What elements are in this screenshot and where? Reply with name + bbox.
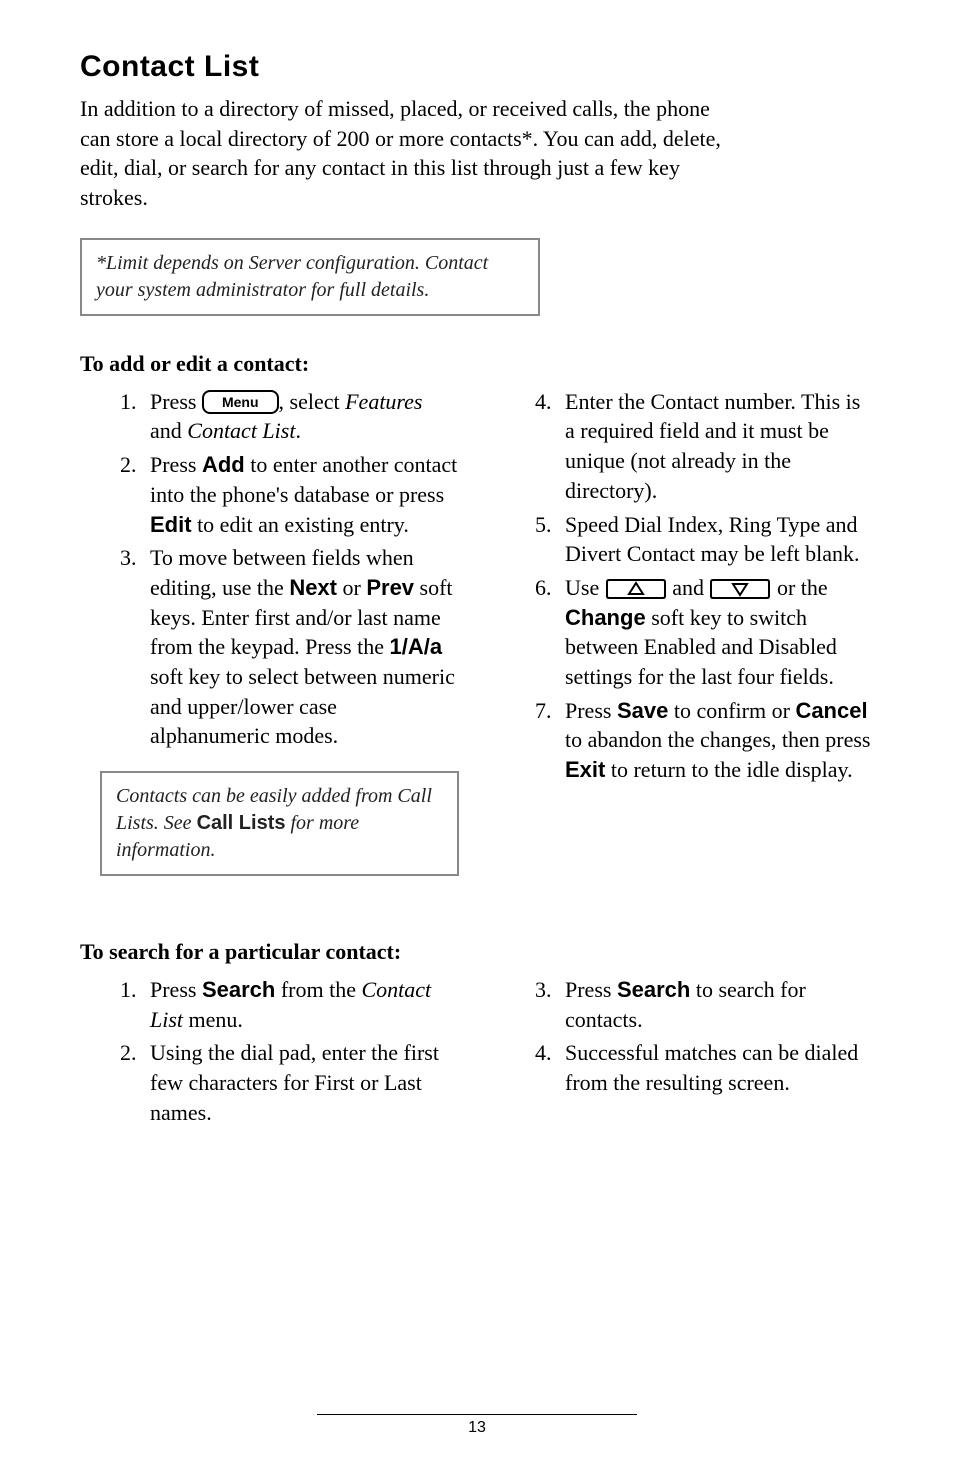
exit-softkey: Exit: [565, 757, 605, 782]
footer-rule: [317, 1414, 637, 1415]
search-step-1: 1. Press Search from the Contact List me…: [120, 975, 459, 1034]
columns-add-edit: 1. Press Menu, select Features and Conta…: [80, 387, 874, 911]
text: .: [295, 418, 301, 443]
add-softkey: Add: [202, 452, 245, 477]
text: to confirm or: [668, 698, 795, 723]
text: and: [667, 575, 710, 600]
page-number: 13: [468, 1419, 486, 1437]
intro-paragraph: In addition to a directory of missed, pl…: [80, 94, 740, 213]
subhead-add-edit: To add or edit a contact:: [80, 351, 874, 377]
text: Press: [565, 698, 617, 723]
step-num: 2.: [120, 1038, 137, 1068]
step-num: 6.: [535, 573, 552, 603]
text: Using the dial pad, enter the first few …: [150, 1040, 439, 1124]
search-step-3: 3. Press Search to search for contacts.: [535, 975, 874, 1034]
text: Press: [150, 452, 202, 477]
note-text: *Limit depends on Server configuration. …: [96, 252, 488, 301]
down-arrow-icon: [709, 576, 771, 600]
step-num: 3.: [535, 975, 552, 1005]
text: Successful matches can be dialed from th…: [565, 1040, 858, 1095]
step-num: 1.: [120, 387, 137, 417]
subhead-search: To search for a particular contact:: [80, 939, 874, 965]
text: or the: [771, 575, 827, 600]
edit-softkey: Edit: [150, 512, 192, 537]
text: to edit an existing entry.: [192, 512, 409, 537]
features-label: Features: [345, 389, 422, 414]
step-6: 6. Use and or the Change soft key to swi…: [535, 573, 874, 692]
text: and: [150, 418, 187, 443]
left-column: 1. Press Search from the Contact List me…: [80, 975, 459, 1131]
up-arrow-icon: [605, 576, 667, 600]
step-num: 1.: [120, 975, 137, 1005]
step-5: 5. Speed Dial Index, Ring Type and Diver…: [535, 510, 874, 569]
step-4: 4. Enter the Contact number. This is a r…: [535, 387, 874, 506]
change-softkey: Change: [565, 605, 646, 630]
text: Press: [150, 389, 202, 414]
search-step-4: 4. Successful matches can be dialed from…: [535, 1038, 874, 1097]
contact-list-label: Contact List: [187, 418, 295, 443]
text: menu.: [183, 1007, 243, 1032]
step-num: 7.: [535, 696, 552, 726]
text: Use: [565, 575, 605, 600]
text: to abandon the changes, then press: [565, 727, 870, 752]
step-num: 2.: [120, 450, 137, 480]
note-box-limit: *Limit depends on Server configuration. …: [80, 238, 540, 316]
step-7: 7. Press Save to confirm or Cancel to ab…: [535, 696, 874, 785]
left-column: 1. Press Menu, select Features and Conta…: [80, 387, 459, 911]
text: Speed Dial Index, Ring Type and Divert C…: [565, 512, 859, 567]
text: Enter the Contact number. This is a requ…: [565, 389, 860, 503]
right-column: 3. Press Search to search for contacts. …: [495, 975, 874, 1131]
step-num: 5.: [535, 510, 552, 540]
step-num: 4.: [535, 387, 552, 417]
menu-button-icon: Menu: [202, 390, 279, 414]
search-softkey: Search: [617, 977, 690, 1002]
search-softkey: Search: [202, 977, 275, 1002]
call-lists-ref: Call Lists: [197, 812, 286, 834]
save-softkey: Save: [617, 698, 668, 723]
columns-search: 1. Press Search from the Contact List me…: [80, 975, 874, 1131]
prev-softkey: Prev: [366, 575, 414, 600]
text: Press: [150, 977, 202, 1002]
step-1: 1. Press Menu, select Features and Conta…: [120, 387, 459, 446]
text: or: [337, 575, 366, 600]
step-num: 4.: [535, 1038, 552, 1068]
next-softkey: Next: [289, 575, 337, 600]
text: from the: [275, 977, 361, 1002]
cancel-softkey: Cancel: [795, 698, 867, 723]
text: , select: [279, 389, 346, 414]
one-a-a-softkey: 1/A/a: [390, 634, 443, 659]
text: to return to the idle display.: [605, 757, 852, 782]
section-title: Contact List: [80, 50, 874, 84]
right-column: 4. Enter the Contact number. This is a r…: [495, 387, 874, 911]
step-num: 3.: [120, 543, 137, 573]
text: soft key to select between numeric and u…: [150, 664, 455, 748]
text: Press: [565, 977, 617, 1002]
search-step-2: 2. Using the dial pad, enter the first f…: [120, 1038, 459, 1127]
step-2: 2. Press Add to enter another contact in…: [120, 450, 459, 539]
step-3: 3. To move between fields when editing, …: [120, 543, 459, 751]
note-box-call-lists: Contacts can be easily added from Call L…: [100, 771, 459, 876]
